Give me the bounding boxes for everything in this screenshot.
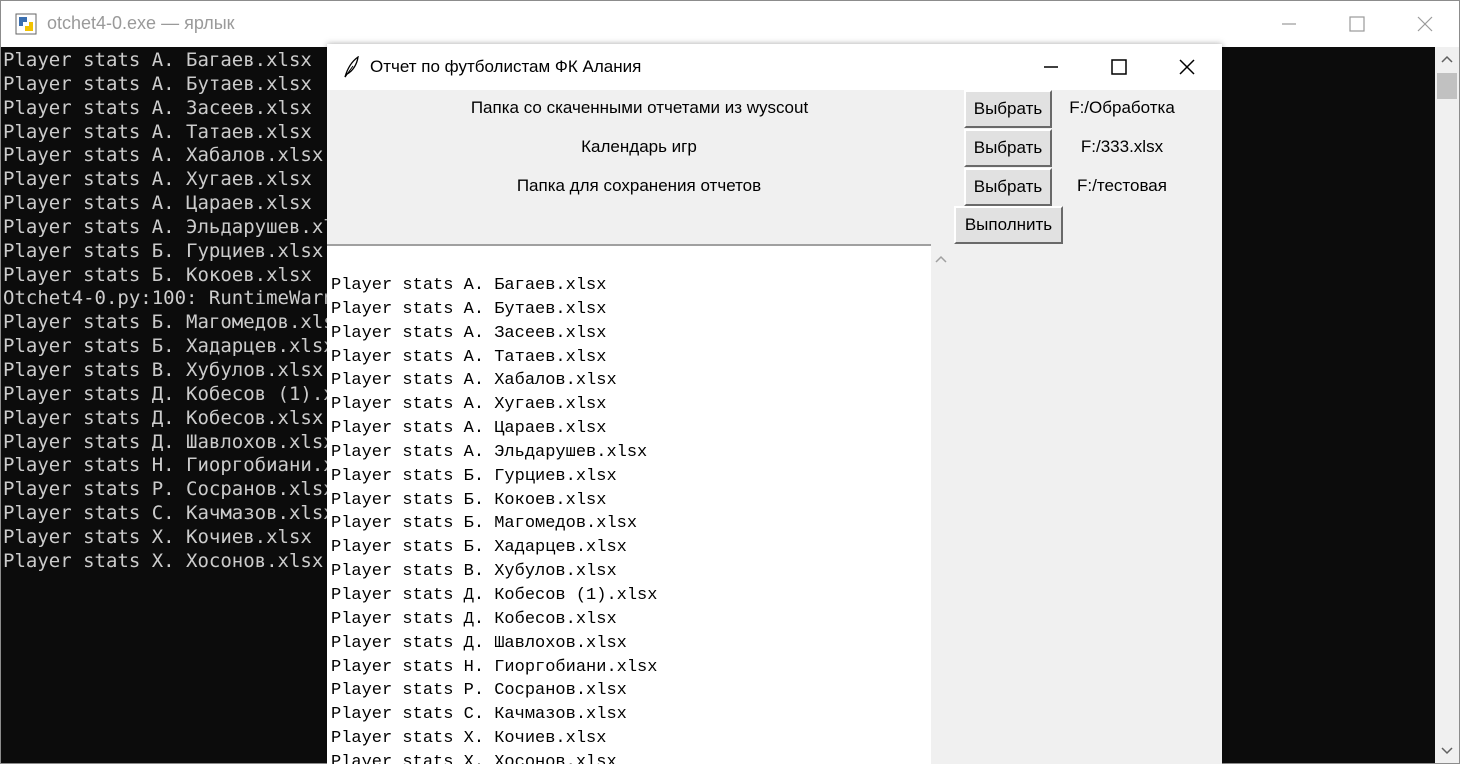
console-line: Player stats А. Багаев.xlsx: [3, 49, 312, 71]
log-line: Player stats А. Засеев.xlsx: [331, 323, 607, 343]
save-folder-label: Папка для сохранения отчетов: [516, 176, 762, 195]
log-line: Player stats Б. Гурциев.xlsx: [331, 466, 617, 486]
calendar-label: Календарь игр: [581, 137, 697, 156]
scroll-down-button[interactable]: [1435, 739, 1459, 763]
maximize-button[interactable]: [1323, 1, 1391, 47]
report-dialog: Отчет по футболистам ФК Алания Папка со …: [327, 44, 1222, 764]
minimize-icon: [1282, 23, 1296, 25]
calendar-path: F:/333.xlsx: [1080, 137, 1164, 156]
console-line: Player stats А. Эльдарушев.xlsx: [3, 215, 358, 238]
select-save-folder-button[interactable]: Выбрать: [964, 168, 1052, 206]
dialog-close-button[interactable]: [1153, 44, 1221, 90]
console-title: otchet4-0.exe — ярлык: [47, 13, 235, 33]
log-line: Player stats В. Хубулов.xlsx: [331, 562, 617, 582]
scroll-up-icon: [1441, 55, 1453, 63]
log-line: Player stats Д. Шавлохов.xlsx: [331, 633, 627, 653]
log-line: Player stats Х. Кочиев.xlsx: [331, 729, 607, 749]
console-line: Player stats С. Качмазов.xlsx: [3, 502, 335, 525]
console-line: Player stats Х. Хосонов.xlsx: [3, 549, 324, 572]
log-line: Player stats Б. Магомедов.xlsx: [331, 514, 638, 534]
console-line: Player stats Д. Кобесов (1).xlsx: [3, 382, 370, 405]
console-titlebar[interactable]: otchet4-0.exe — ярлык: [1, 1, 1459, 47]
console-scrollbar[interactable]: [1435, 47, 1459, 763]
console-line: Player stats А. Татаев.xlsx: [3, 120, 312, 143]
dialog-title: Отчет по футболистам ФК Алания: [370, 57, 642, 76]
console-line: Player stats А. Хугаев.xlsx: [3, 168, 312, 191]
close-button[interactable]: [1391, 1, 1459, 47]
log-line: Player stats Х. Хосонов.xlsx: [331, 752, 617, 764]
scroll-thumb[interactable]: [1437, 73, 1457, 99]
console-line: Player stats А. Засеев.xlsx: [3, 96, 312, 119]
console-line: Player stats Б. Хадарцев.xlsx: [3, 335, 335, 358]
minimize-icon: [1044, 66, 1058, 68]
console-line: Player stats Х. Кочиев.xlsx: [3, 525, 312, 548]
console-line: Player stats Б. Магомедов.xlsx: [3, 311, 347, 334]
console-line: Player stats А. Хабалов.xlsx: [3, 144, 324, 167]
close-icon: [1179, 59, 1195, 75]
console-line: Otchet4-0.py:100: RuntimeWarning: [3, 287, 370, 310]
log-textbox[interactable]: Player stats А. Багаев.xlsx Player stats …: [327, 244, 931, 764]
console-line: Player stats А. Бутаев.xlsx: [3, 72, 312, 95]
wyscout-folder-path: F:/Обработка: [1069, 98, 1175, 117]
console-line: Player stats В. Хубулов.xlsx: [3, 358, 324, 381]
save-folder-path: F:/тестовая: [1077, 176, 1167, 195]
log-lines: Player stats А. Багаев.xlsx Player stats …: [331, 274, 657, 764]
log-line: Player stats А. Эльдарушев.xlsx: [331, 442, 648, 462]
log-line: Player stats А. Хугаев.xlsx: [331, 395, 607, 415]
console-line: Player stats Н. Гиоргобиани.xlsx: [3, 454, 370, 477]
dialog-titlebar[interactable]: Отчет по футболистам ФК Алания: [327, 44, 1222, 90]
wyscout-folder-label: Папка со скаченными отчетами из wyscout: [470, 98, 809, 117]
log-line: Player stats Н. Гиоргобиани.xlsx: [331, 657, 658, 677]
log-line: Player stats А. Цараев.xlsx: [331, 419, 607, 439]
select-calendar-button[interactable]: Выбрать: [964, 129, 1052, 167]
console-line: Player stats Б. Кокоев.xlsx: [3, 263, 312, 286]
console-line: Player stats Р. Сосранов.xlsx: [3, 478, 335, 501]
maximize-icon: [1111, 59, 1127, 75]
log-line: Player stats Д. Кобесов (1).xlsx: [331, 585, 658, 605]
scroll-up-icon: [935, 255, 947, 263]
console-line: Player stats Д. Шавлохов.xlsx: [3, 430, 335, 453]
log-line: Player stats А. Бутаев.xlsx: [331, 299, 607, 319]
feather-icon: [344, 56, 359, 78]
run-button[interactable]: Выполнить: [954, 206, 1063, 244]
console-line: Player stats Б. Гурциев.xlsx: [3, 239, 324, 262]
log-scrollbar[interactable]: [931, 244, 951, 764]
python-app-icon: [15, 13, 37, 35]
log-line: Player stats Б. Хадарцев.xlsx: [331, 538, 627, 558]
log-line: Player stats Р. Сосранов.xlsx: [331, 681, 627, 701]
log-line: Player stats С. Качмазов.xlsx: [331, 705, 627, 725]
log-line: Player stats А. Хабалов.xlsx: [331, 371, 617, 391]
close-icon: [1417, 16, 1433, 32]
log-scroll-up-button[interactable]: [931, 250, 951, 268]
minimize-button[interactable]: [1255, 1, 1323, 47]
console-line: Player stats А. Цараев.xlsx: [3, 192, 312, 215]
scroll-up-button[interactable]: [1435, 47, 1459, 71]
maximize-icon: [1349, 16, 1365, 32]
dialog-maximize-button[interactable]: [1085, 44, 1153, 90]
log-line: Player stats Д. Кобесов.xlsx: [331, 609, 617, 629]
log-line: Player stats Б. Кокоев.xlsx: [331, 490, 607, 510]
scroll-down-icon: [1441, 747, 1453, 755]
log-line: Player stats А. Татаев.xlsx: [331, 347, 607, 367]
select-wyscout-folder-button[interactable]: Выбрать: [964, 90, 1052, 128]
dialog-minimize-button[interactable]: [1017, 44, 1085, 90]
log-line: Player stats А. Багаев.xlsx: [331, 276, 607, 295]
console-lines: Player stats А. Багаев.xlsx Player stats …: [3, 49, 369, 574]
console-line: Player stats Д. Кобесов.xlsx: [3, 406, 324, 429]
